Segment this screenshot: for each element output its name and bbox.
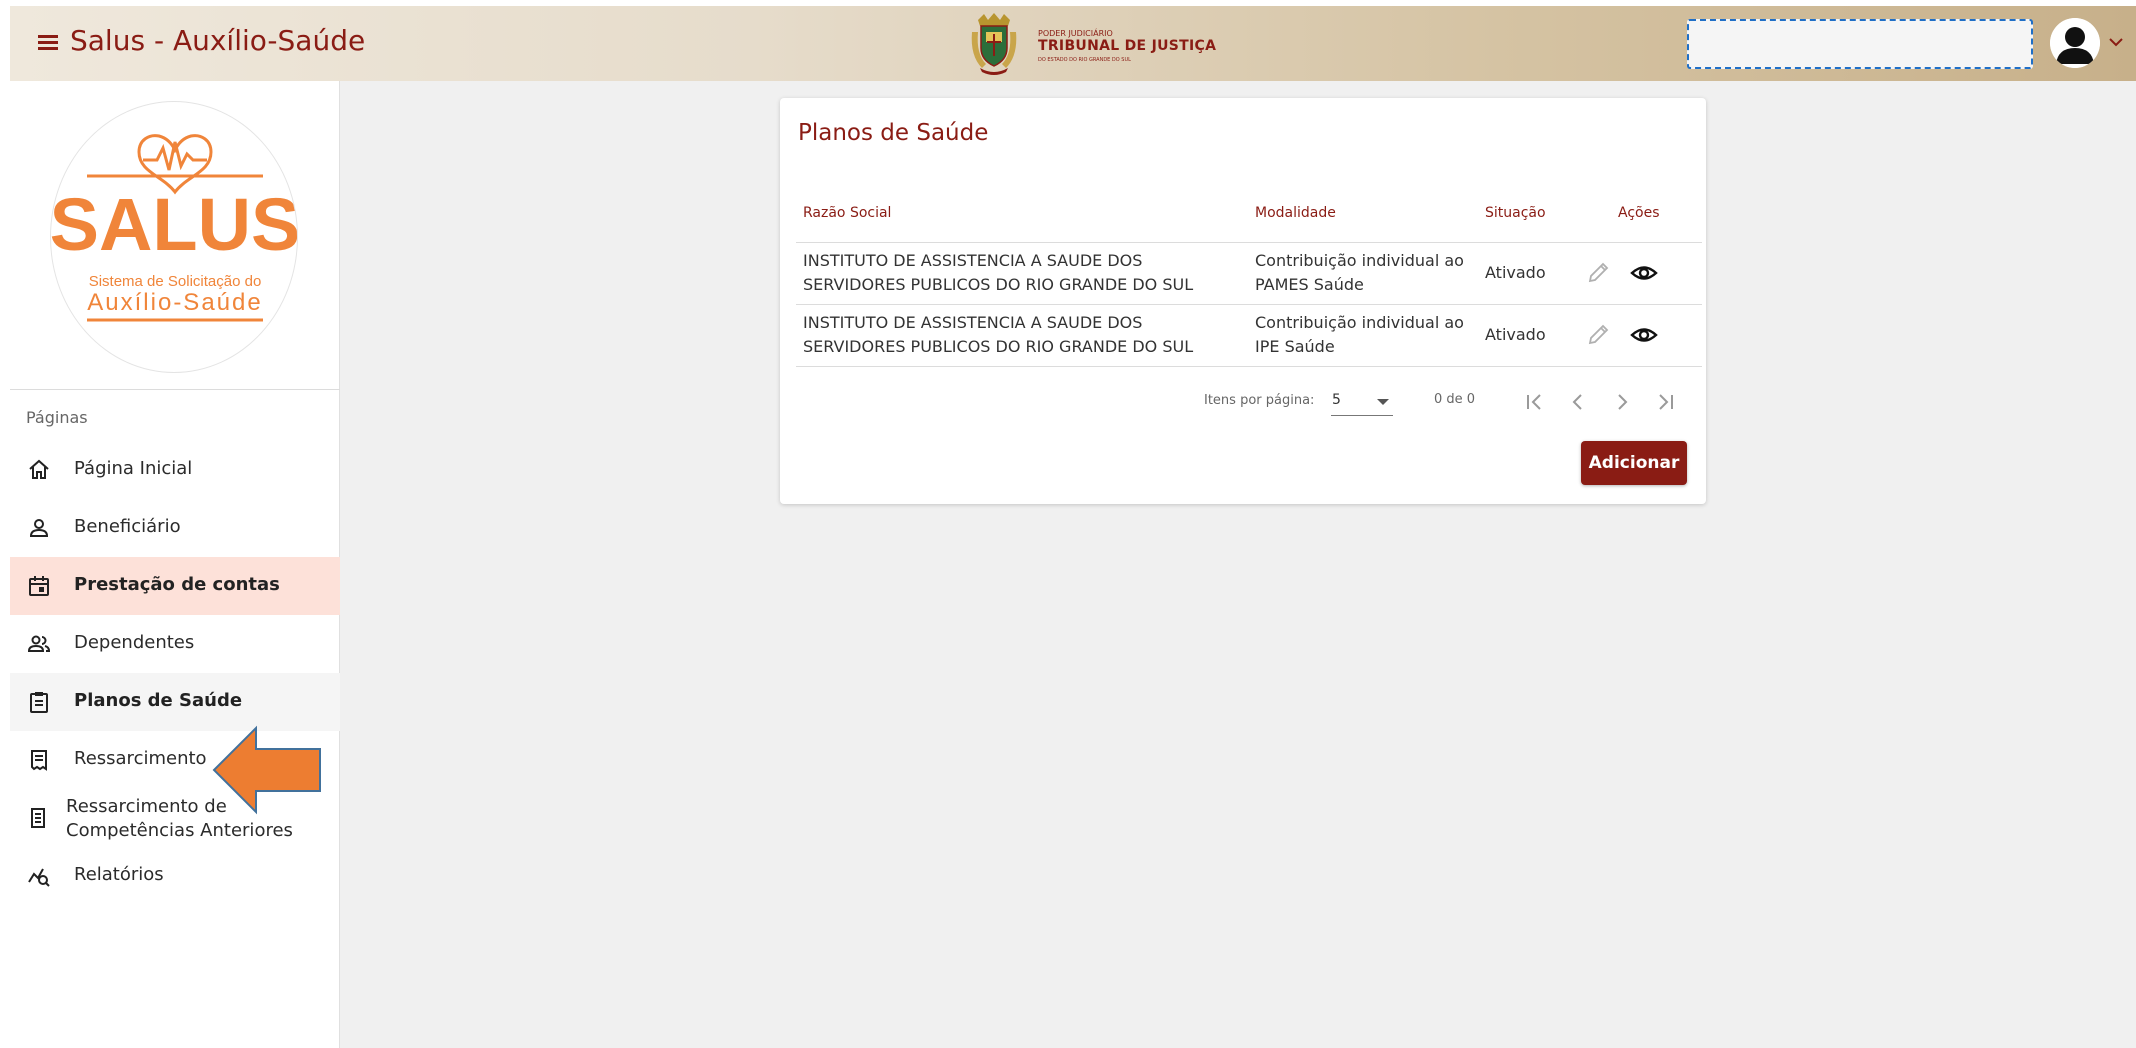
nav-section-heading: Páginas — [26, 408, 88, 427]
top-header: Salus - Auxílio-Saúde PODER JUDICIÁRIO T… — [10, 6, 2136, 81]
previous-page-icon[interactable] — [1564, 388, 1592, 416]
menu-icon[interactable] — [36, 30, 62, 56]
coat-of-arms-icon — [971, 13, 1017, 75]
health-plans-card: Planos de Saúde Razão Social Modalidade … — [780, 98, 1706, 504]
tribunal-logo: PODER JUDICIÁRIO TRIBUNAL DE JUSTIÇA DO … — [968, 12, 1216, 76]
user-name-field[interactable] — [1687, 19, 2033, 69]
org-line-1: PODER JUDICIÁRIO — [1038, 29, 1113, 38]
sidebar-item-label: Página Inicial — [74, 458, 193, 479]
sidebar-item-label: Relatórios — [74, 864, 164, 885]
sidebar-divider — [10, 389, 340, 390]
sidebar-item-prestacao-de-contas[interactable]: Prestação de contas — [10, 557, 340, 615]
clipboard-icon — [30, 692, 48, 713]
cell-modalidade: Contribuição individual ao IPE Saúde — [1255, 313, 1464, 356]
cell-razao-social: INSTITUTO DE ASSISTENCIA A SAUDE DOS SER… — [803, 251, 1194, 294]
caret-down-icon — [1377, 399, 1389, 405]
sidebar-item-beneficiario[interactable]: Beneficiário — [10, 499, 340, 557]
first-page-icon[interactable] — [1520, 388, 1548, 416]
app-frame: Salus - Auxílio-Saúde PODER JUDICIÁRIO T… — [10, 6, 2136, 1048]
sidebar-item-pagina-inicial[interactable]: Página Inicial — [10, 441, 340, 499]
sidebar-item-label: Ressarcimento — [74, 748, 207, 769]
arrow-left-annotation — [212, 725, 321, 815]
cell-modalidade: Contribuição individual ao PAMES Saúde — [1255, 251, 1464, 294]
chart-search-icon — [28, 868, 50, 887]
view-eye-icon[interactable] — [1630, 260, 1658, 286]
last-page-icon[interactable] — [1652, 388, 1680, 416]
column-header-situacao[interactable]: Situação — [1485, 205, 1546, 221]
sidebar-item-label: Beneficiário — [74, 516, 181, 537]
org-line-2: TRIBUNAL DE JUSTIÇA — [1038, 38, 1217, 54]
paginator: Itens por página: 5 0 de 0 — [780, 388, 1706, 418]
salus-logo: SALUS Sistema de Solicitação do Auxílio-… — [50, 101, 298, 373]
page-size-value: 5 — [1332, 392, 1341, 408]
sidebar: SALUS Sistema de Solicitação do Auxílio-… — [10, 81, 340, 1048]
cell-situacao: Ativado — [1485, 325, 1546, 344]
page-size-select[interactable]: 5 — [1331, 388, 1393, 416]
cell-razao-social: INSTITUTO DE ASSISTENCIA A SAUDE DOS SER… — [803, 313, 1194, 356]
app-title: Salus - Auxílio-Saúde — [70, 24, 366, 57]
person-icon — [29, 519, 49, 537]
svg-text:Sistema de Solicitação do: Sistema de Solicitação do — [89, 273, 262, 290]
page-range-label: 0 de 0 — [1434, 392, 1476, 407]
next-page-icon[interactable] — [1608, 388, 1636, 416]
people-icon — [27, 635, 51, 652]
svg-text:SALUS: SALUS — [51, 183, 298, 266]
page-title: Planos de Saúde — [798, 120, 989, 146]
sidebar-item-planos-de-saude[interactable]: Planos de Saúde — [10, 673, 340, 731]
sidebar-item-label: Prestação de contas — [74, 574, 280, 595]
edit-pencil-icon[interactable] — [1585, 322, 1611, 348]
items-per-page-label: Itens por página: — [1204, 393, 1315, 408]
sidebar-item-label: Dependentes — [74, 632, 195, 653]
sidebar-item-dependentes[interactable]: Dependentes — [10, 615, 340, 673]
sidebar-item-label: Planos de Saúde — [74, 690, 243, 711]
home-icon — [29, 459, 49, 479]
edit-pencil-icon[interactable] — [1585, 260, 1611, 286]
receipt-icon — [31, 750, 47, 771]
table-row: INSTITUTO DE ASSISTENCIA A SAUDE DOS SER… — [796, 305, 1702, 367]
chevron-down-icon[interactable] — [2106, 32, 2126, 52]
user-avatar-icon[interactable] — [2050, 18, 2100, 68]
calendar-icon — [29, 576, 49, 596]
sidebar-item-relatorios[interactable]: Relatórios — [10, 847, 340, 905]
cell-situacao: Ativado — [1485, 263, 1546, 282]
column-header-acoes: Ações — [1618, 205, 1660, 221]
table-row: INSTITUTO DE ASSISTENCIA A SAUDE DOS SER… — [796, 243, 1702, 305]
org-line-3: DO ESTADO DO RIO GRANDE DO SUL — [1038, 57, 1131, 63]
svg-text:Auxílio-Saúde: Auxílio-Saúde — [87, 289, 262, 316]
column-header-razao-social[interactable]: Razão Social — [803, 205, 891, 221]
list-document-icon — [31, 808, 45, 828]
view-eye-icon[interactable] — [1630, 322, 1658, 348]
column-header-modalidade[interactable]: Modalidade — [1255, 205, 1336, 221]
add-button[interactable]: Adicionar — [1581, 441, 1687, 485]
